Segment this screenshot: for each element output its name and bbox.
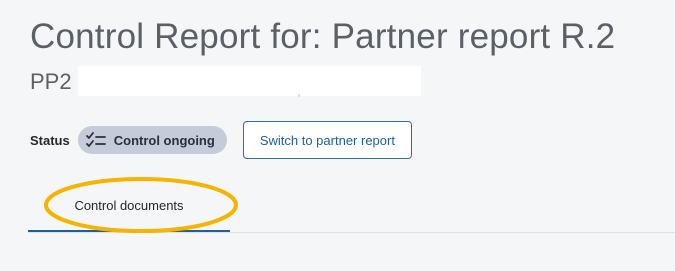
tab-label: Control documents bbox=[74, 197, 184, 213]
status-row: Status Control ongoing Switch to partner… bbox=[30, 120, 412, 160]
status-label: Status bbox=[30, 132, 70, 148]
report-header: Control Report for: Partner report R.2 P… bbox=[0, 0, 675, 271]
partner-subtitle: PP2 bbox=[30, 69, 72, 94]
page-title: Control Report for: Partner report R.2 bbox=[30, 17, 616, 56]
redacted-area bbox=[78, 66, 421, 97]
checklist-icon bbox=[85, 132, 106, 148]
report-tabs: Control documents bbox=[28, 180, 675, 233]
status-badge: Control ongoing bbox=[77, 126, 227, 154]
status-badge-text: Control ongoing bbox=[113, 132, 215, 148]
tab-control-documents[interactable]: Control documents bbox=[28, 180, 230, 232]
redaction-artifact bbox=[298, 94, 300, 97]
subtitle-row: PP2 bbox=[30, 64, 72, 100]
switch-to-partner-report-button[interactable]: Switch to partner report bbox=[242, 121, 412, 159]
